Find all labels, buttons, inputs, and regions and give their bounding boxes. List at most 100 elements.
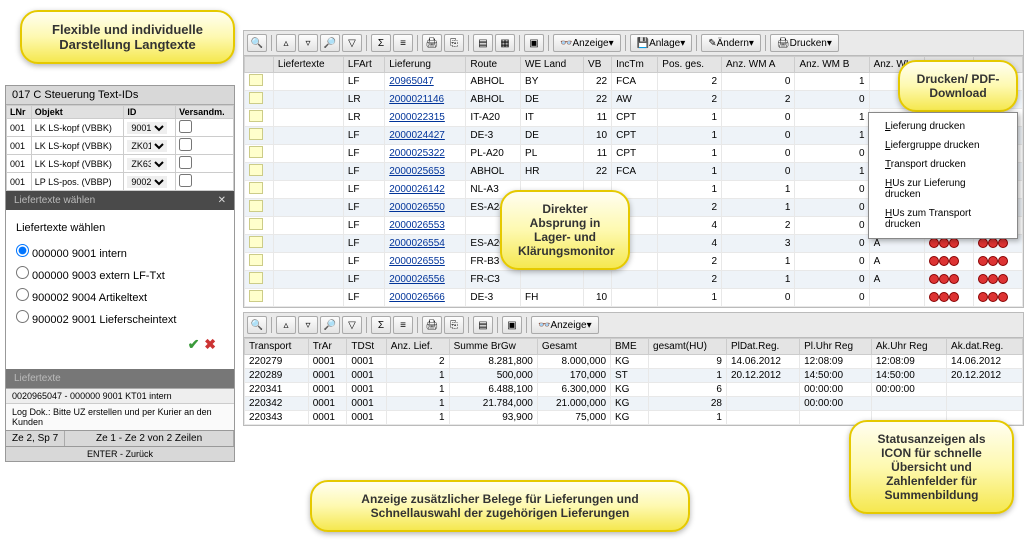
column-header[interactable]: TrAr — [308, 339, 347, 355]
column-header[interactable]: Gesamt — [537, 339, 610, 355]
cancel-icon[interactable]: ✖ — [204, 336, 216, 352]
column-header[interactable]: Pl.Uhr Reg — [800, 339, 872, 355]
column-header[interactable]: Anz. WM B — [795, 57, 869, 73]
chart-icon[interactable]: ▤ — [473, 316, 493, 334]
column-header[interactable]: Summe BrGw — [449, 339, 537, 355]
delivery-link[interactable]: 2000026553 — [389, 220, 445, 231]
column-header[interactable]: TDSt — [347, 339, 386, 355]
id-select[interactable]: ZK01 — [127, 140, 167, 152]
sort-asc-icon[interactable]: ▵ — [276, 34, 296, 52]
export-icon[interactable]: ⎘ — [444, 316, 464, 334]
detail-icon[interactable]: ▣ — [502, 316, 522, 334]
layout-icon[interactable]: ▦ — [495, 34, 515, 52]
sort-desc-icon[interactable]: ▿ — [298, 34, 318, 52]
versand-check[interactable] — [179, 120, 192, 133]
table-row[interactable]: 220341000100011 6.488,1006.300,000KG6 00… — [245, 383, 1023, 397]
note-icon[interactable] — [249, 272, 263, 284]
column-header[interactable]: Pos. ges. — [658, 57, 722, 73]
drucken-button[interactable]: 🖨 Drucken ▾ — [770, 34, 839, 52]
delivery-link[interactable]: 2000021146 — [389, 94, 444, 105]
menu-item[interactable]: HUs zur Lieferung drucken — [877, 174, 1009, 204]
delivery-link[interactable]: 2000025653 — [389, 166, 445, 177]
note-icon[interactable] — [249, 164, 263, 176]
column-header[interactable]: gesamt(HU) — [649, 339, 727, 355]
column-header[interactable]: Route — [466, 57, 521, 73]
radio-option[interactable]: 900002 9004 Artikeltext — [16, 288, 224, 304]
table-row[interactable]: LF 2000026555 FR-B3 210 A — [245, 253, 1023, 271]
zoom-icon[interactable]: 🔍 — [247, 34, 267, 52]
find-icon[interactable]: 🔎 — [320, 316, 340, 334]
delivery-link[interactable]: 2000026550 — [389, 202, 445, 213]
export-icon[interactable]: ⎘ — [444, 34, 464, 52]
column-header[interactable]: Liefertexte — [273, 57, 343, 73]
column-header[interactable]: LFArt — [343, 57, 384, 73]
id-select[interactable]: 9001 — [127, 122, 167, 134]
menu-item[interactable]: Transport drucken — [877, 155, 1009, 174]
subtotal-icon[interactable]: ≡ — [393, 316, 413, 334]
detail-icon[interactable]: ▣ — [524, 34, 544, 52]
note-icon[interactable] — [249, 92, 263, 104]
column-header[interactable]: Lieferung — [385, 57, 466, 73]
ok-icon[interactable]: ✔ — [188, 336, 200, 352]
table-row[interactable]: 220289000100011 500,000170,000ST1 20.12.… — [245, 369, 1023, 383]
note-icon[interactable] — [249, 110, 263, 122]
delivery-link[interactable]: 2000026566 — [389, 292, 445, 303]
table-row[interactable]: 220279000100012 8.281,8008.000,000KG9 14… — [245, 355, 1023, 369]
column-header[interactable]: BME — [611, 339, 649, 355]
column-header[interactable]: Anz. WM A — [722, 57, 795, 73]
anlage-button[interactable]: 💾 Anlage ▾ — [630, 34, 693, 52]
filter-icon[interactable]: ▽ — [342, 34, 362, 52]
delivery-link[interactable]: 2000026555 — [389, 256, 445, 267]
menu-item[interactable]: HUs zum Transport drucken — [877, 204, 1009, 234]
note-icon[interactable] — [249, 200, 263, 212]
note-icon[interactable] — [249, 236, 263, 248]
table-row[interactable]: LF 2000026566 DE-3FH10 100 — [245, 289, 1023, 307]
close-icon[interactable]: ✕ — [218, 195, 226, 206]
menu-item[interactable]: Lieferung drucken — [877, 117, 1009, 136]
sort-desc-icon[interactable]: ▿ — [298, 316, 318, 334]
column-header[interactable]: Ak.Uhr Reg — [871, 339, 946, 355]
note-icon[interactable] — [249, 218, 263, 230]
column-header[interactable]: PlDat.Reg. — [726, 339, 799, 355]
note-icon[interactable] — [249, 74, 263, 86]
print-icon[interactable]: 🖨 — [422, 316, 442, 334]
delivery-link[interactable]: 2000022315 — [389, 112, 445, 123]
column-header[interactable]: Ak.dat.Reg. — [947, 339, 1023, 355]
print-icon[interactable]: 🖨 — [422, 34, 442, 52]
radio-option[interactable]: 000000 9003 extern LF-Txt — [16, 266, 224, 282]
versand-check[interactable] — [179, 174, 192, 187]
note-icon[interactable] — [249, 128, 263, 140]
find-icon[interactable]: 🔎 — [320, 34, 340, 52]
table-row[interactable]: LF 2000026556 FR-C3 210 A — [245, 271, 1023, 289]
sum-icon[interactable]: Σ — [371, 34, 391, 52]
column-header[interactable]: Transport — [245, 339, 309, 355]
versand-check[interactable] — [179, 138, 192, 151]
subtotal-icon[interactable]: ≡ — [393, 34, 413, 52]
delivery-link[interactable]: 2000026554 — [389, 238, 445, 249]
id-select[interactable]: ZK63 — [127, 158, 167, 170]
delivery-link[interactable]: 2000026556 — [389, 274, 445, 285]
sort-asc-icon[interactable]: ▵ — [276, 316, 296, 334]
column-header[interactable] — [245, 57, 274, 73]
chart-icon[interactable]: ▤ — [473, 34, 493, 52]
delivery-link[interactable]: 20965047 — [389, 76, 434, 87]
note-icon[interactable] — [249, 182, 263, 194]
menu-item[interactable]: Liefergruppe drucken — [877, 136, 1009, 155]
delivery-link[interactable]: 2000024427 — [389, 130, 445, 141]
column-header[interactable]: Anz. Lief. — [386, 339, 449, 355]
note-icon[interactable] — [249, 254, 263, 266]
radio-option[interactable]: 000000 9001 intern — [16, 244, 224, 260]
zoom-icon[interactable]: 🔍 — [247, 316, 267, 334]
filter-icon[interactable]: ▽ — [342, 316, 362, 334]
delivery-link[interactable]: 2000025322 — [389, 148, 445, 159]
table-row[interactable]: 220342000100011 21.784,00021.000,000KG28… — [245, 397, 1023, 411]
anzeige-button[interactable]: 👓 Anzeige ▾ — [553, 34, 621, 52]
sum-icon[interactable]: Σ — [371, 316, 391, 334]
note-icon[interactable] — [249, 146, 263, 158]
versand-check[interactable] — [179, 156, 192, 169]
id-select[interactable]: 9002 — [127, 176, 167, 188]
column-header[interactable]: VB — [584, 57, 612, 73]
aendern-button[interactable]: ✎ Ändern ▾ — [701, 34, 761, 52]
enter-bar[interactable]: ENTER - Zurück — [6, 446, 234, 461]
column-header[interactable]: IncTm — [612, 57, 658, 73]
